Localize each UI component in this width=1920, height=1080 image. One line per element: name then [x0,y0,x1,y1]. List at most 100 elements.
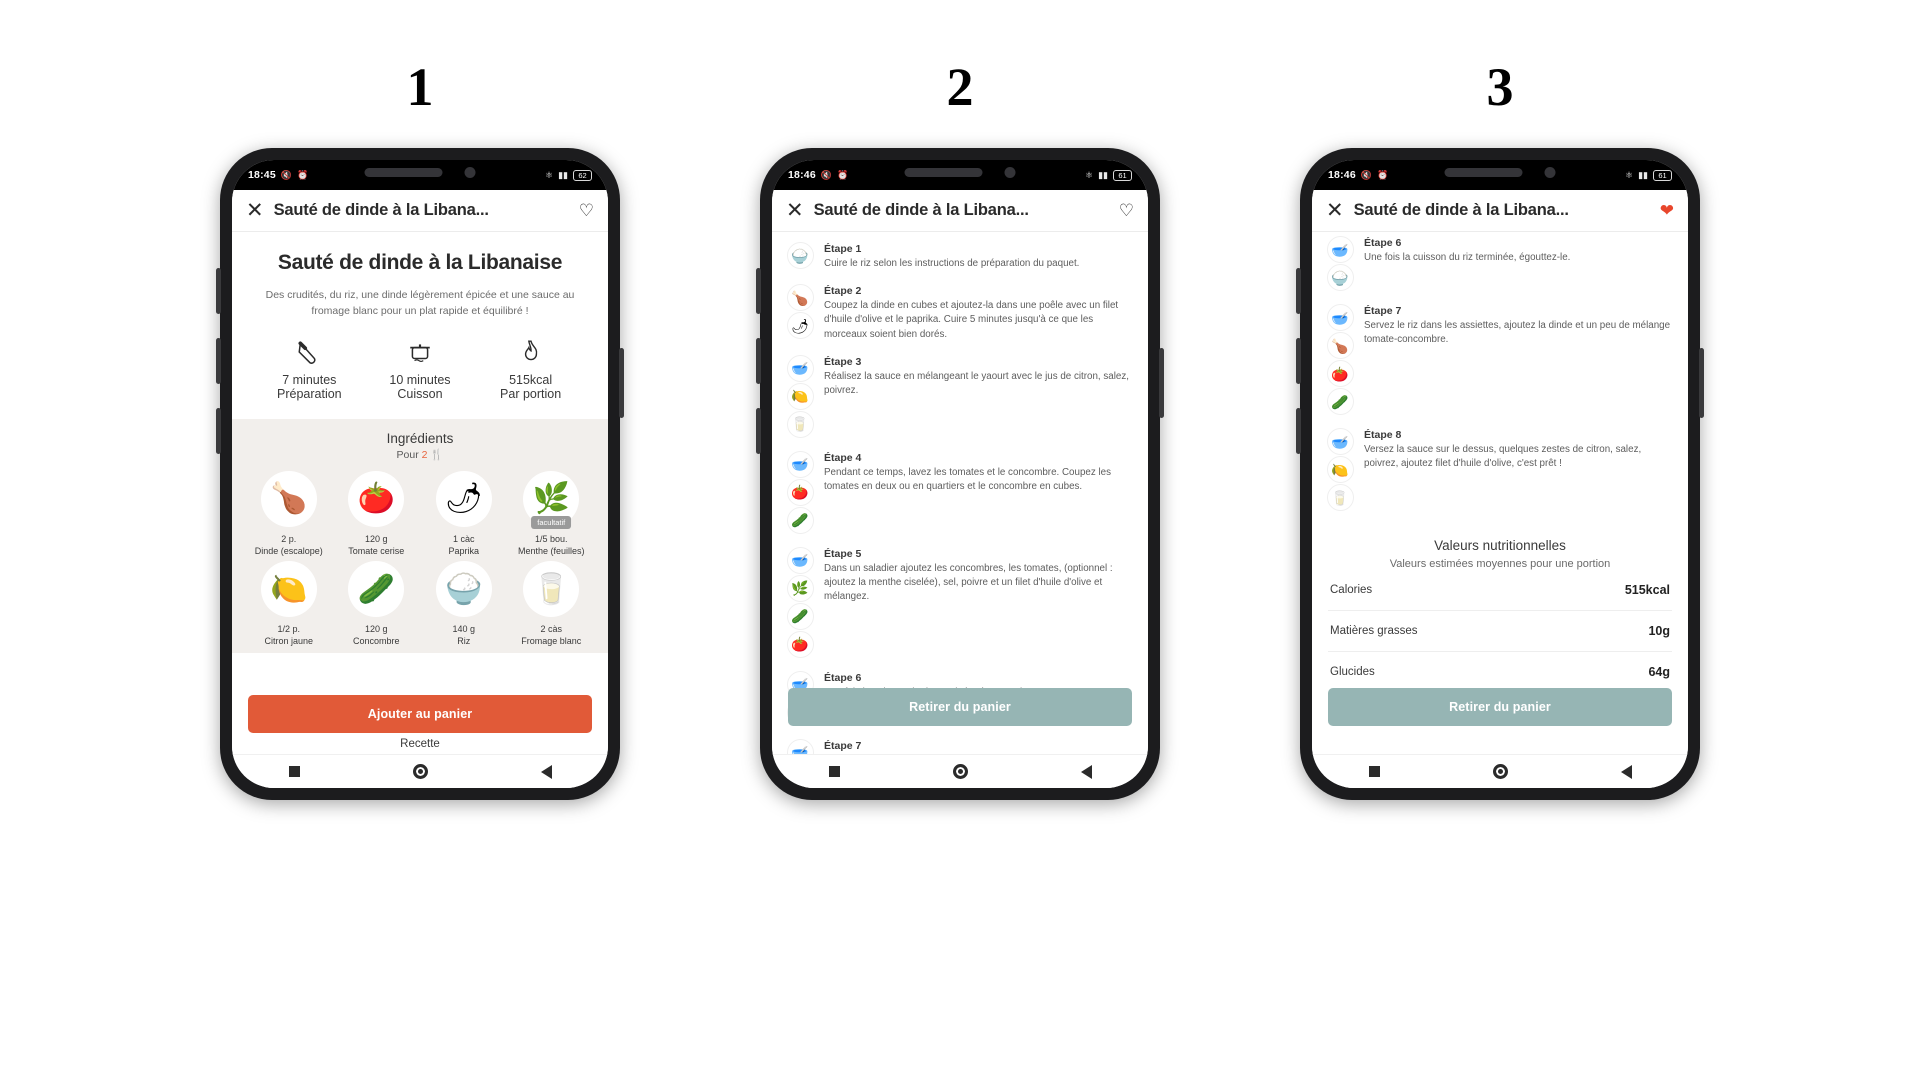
signal-icon: ▮▮ [1098,169,1108,180]
pot-icon [407,338,433,366]
cta-container-1: Ajouter au panier Recette [232,695,608,754]
step-icon-stack: 🍚 [786,242,814,271]
step-heading: Étape 6 [1364,237,1402,249]
cherry-tomato-icon: 🍅 [786,478,814,506]
mute-icon: 🔇 [1360,169,1373,180]
status-time: 18:45 [248,169,276,181]
app-bar-3: ✕ Sauté de dinde à la Libana... ❤ [1312,190,1688,232]
step-icon-stack: 🥣 🍋 🥛 [786,354,814,438]
metric-label: Préparation [277,386,342,401]
panel-number-2: 2 [946,57,974,117]
close-icon[interactable]: ✕ [786,200,804,221]
step-item: 🥣 🍗 🍅 🥒 Étape 7 Servez le riz dans les a… [1326,304,1674,415]
step-body: Réalisez la sauce en mélangeant le yaour… [824,370,1129,397]
mixing-bowl-icon: 🥣 [786,354,814,382]
step-icon-stack: 🥣 🍋 🥛 [1326,428,1354,511]
page-title: Sauté de dinde à la Libana... [1353,201,1569,219]
heart-outline-icon[interactable]: ♡ [1119,202,1134,219]
add-to-cart-button[interactable]: Ajouter au panier [248,695,592,733]
remove-from-cart-button[interactable]: Retirer du panier [788,688,1132,726]
ingredient-item[interactable]: 🍅 120 g Tomate cerise [334,470,420,557]
status-bar-3: 18:46 🔇 ⏰ ⚛ ▮▮ 61 [1312,160,1688,190]
step-text: Étape 2 Coupez la dinde en cubes et ajou… [824,284,1134,342]
recipe-metrics: 7 minutes Préparation 10 minutes Cuisson [254,338,586,405]
tab-recette[interactable]: Recette [248,733,592,752]
back-icon[interactable] [540,764,552,779]
servings-prefix: Pour [396,448,419,461]
step-text: Étape 8 Versez la sauce sur le dessus, q… [1364,428,1674,511]
step-heading: Étape 1 [824,243,862,255]
step-item: 🥣 🍋 🥛 Étape 8 Versez la sauce sur le des… [1326,428,1674,511]
optional-badge: facultatif [531,515,572,529]
scroll-body-1[interactable]: Sauté de dinde à la Libanaise Des crudit… [232,232,608,754]
home-icon[interactable] [1492,764,1508,779]
step-heading: Étape 6 [824,671,862,684]
paprika-icon: 🌶 [786,312,814,340]
step-body: Une fois la cuisson du riz terminée, égo… [1364,252,1571,263]
page-title: Sauté de dinde à la Libana... [273,201,489,219]
status-right-3: ⚛ ▮▮ 61 [1625,169,1672,181]
ingredient-item[interactable]: 🌶 1 càc Paprika [421,470,507,557]
metric-label: Par portion [500,386,562,401]
nutrition-title: Valeurs nutritionnelles [1434,538,1566,553]
bluetooth-icon: ⚛ [1625,169,1634,180]
ingredient-label: 1/5 bou. Menthe (feuilles) [517,533,585,556]
panel-2: 2 18:46 🔇 ⏰ ⚛ ▮▮ 61 ✕ Sauté de dinde à l… [750,60,1170,1080]
back-icon[interactable] [1080,764,1092,779]
step-item: 🥣 🍅 🥒 Étape 4 Pendant ce temps, lavez le… [786,450,1134,534]
step-body: Dans un saladier ajoutez les concombres,… [824,562,1113,603]
recents-icon[interactable] [1368,766,1380,777]
remove-from-cart-button[interactable]: Retirer du panier [1328,688,1672,726]
scroll-body-2[interactable]: 🍚 Étape 1 Cuire le riz selon les instruc… [772,232,1148,754]
cucumber-icon: 🥒 [348,561,405,617]
step-heading: Étape 3 [824,355,862,368]
ingredient-item[interactable]: 🍚 140 g Riz [421,561,507,647]
step-body: Pendant ce temps, lavez les tomates et l… [824,466,1111,493]
back-icon[interactable] [1620,764,1632,779]
ingredient-item[interactable]: 🍗 2 p. Dinde (escalope) [246,470,332,557]
step-heading: Étape 2 [824,285,862,298]
servings-count: 2 [421,448,428,461]
step-text: Étape 1 Cuire le riz selon les instructi… [824,242,1134,271]
turkey-icon: 🍗 [786,284,814,312]
ingredient-label: 120 g Tomate cerise [348,533,405,556]
home-icon[interactable] [952,764,968,779]
white-cheese-icon: 🥛 [523,561,580,617]
recents-icon[interactable] [828,766,840,777]
ingredients-grid: 🍗 2 p. Dinde (escalope) 🍅 120 g Tomate cer… [246,470,595,648]
ingredient-item[interactable]: 🍋 1/2 p. Citron jaune [246,561,332,647]
close-icon[interactable]: ✕ [246,200,264,221]
nutrition-label: Matières grasses [1330,625,1418,637]
front-camera [1004,167,1016,178]
cta-container-2: Retirer du panier [772,688,1148,728]
battery-indicator: 61 [1653,169,1672,181]
recents-icon[interactable] [288,766,300,777]
ingredient-item[interactable]: 🥛 2 càs Fromage blanc [509,561,595,647]
step-item: 🍗 🌶 Étape 2 Coupez la dinde en cubes et … [786,284,1134,342]
nutrition-label: Glucides [1330,666,1375,678]
ingredient-item[interactable]: 🥒 120 g Concombre [334,561,420,647]
phone-screen-1: 18:45 🔇 ⏰ ⚛ ▮▮ 62 ✕ Sauté de dinde à la … [232,160,608,788]
ingredient-label: 2 càs Fromage blanc [521,624,582,647]
phone-frame-3: 18:46 🔇 ⏰ ⚛ ▮▮ 61 ✕ Sauté de dinde à la … [1296,148,1704,800]
flame-icon [518,338,544,366]
nutrition-value: 10g [1648,624,1670,638]
metric-value: 7 minutes [282,372,337,387]
mixing-bowl-icon: 🥣 [786,738,814,754]
mute-icon: 🔇 [820,169,833,180]
white-cheese-icon: 🥛 [786,410,814,438]
heart-filled-icon[interactable]: ❤ [1660,202,1674,219]
scroll-body-3[interactable]: 🥣 🍚 Étape 6 Une fois la cuisson du riz t… [1312,232,1688,754]
close-icon[interactable]: ✕ [1326,200,1344,221]
ingredient-item[interactable]: 🌿 facultatif 1/5 bou. Menthe (feuilles) [509,470,595,557]
heart-outline-icon[interactable]: ♡ [579,202,594,219]
cherry-tomato-icon: 🍅 [1326,360,1354,387]
recipe-description: Des crudités, du riz, une dinde légèreme… [265,289,575,318]
knife-icon [296,338,322,366]
home-icon[interactable] [412,764,428,779]
phone-mockups-stage: 1 18:45 🔇 ⏰ ⚛ ▮▮ 62 ✕ Sauté de dinde à l… [0,0,1920,1080]
nutrition-row: Matières grasses 10g [1328,611,1672,652]
nutrition-row: Glucides 64g [1328,652,1672,693]
step-text: Étape 4 Pendant ce temps, lavez les toma… [824,451,1134,534]
status-bar-2: 18:46 🔇 ⏰ ⚛ ▮▮ 61 [772,160,1148,190]
